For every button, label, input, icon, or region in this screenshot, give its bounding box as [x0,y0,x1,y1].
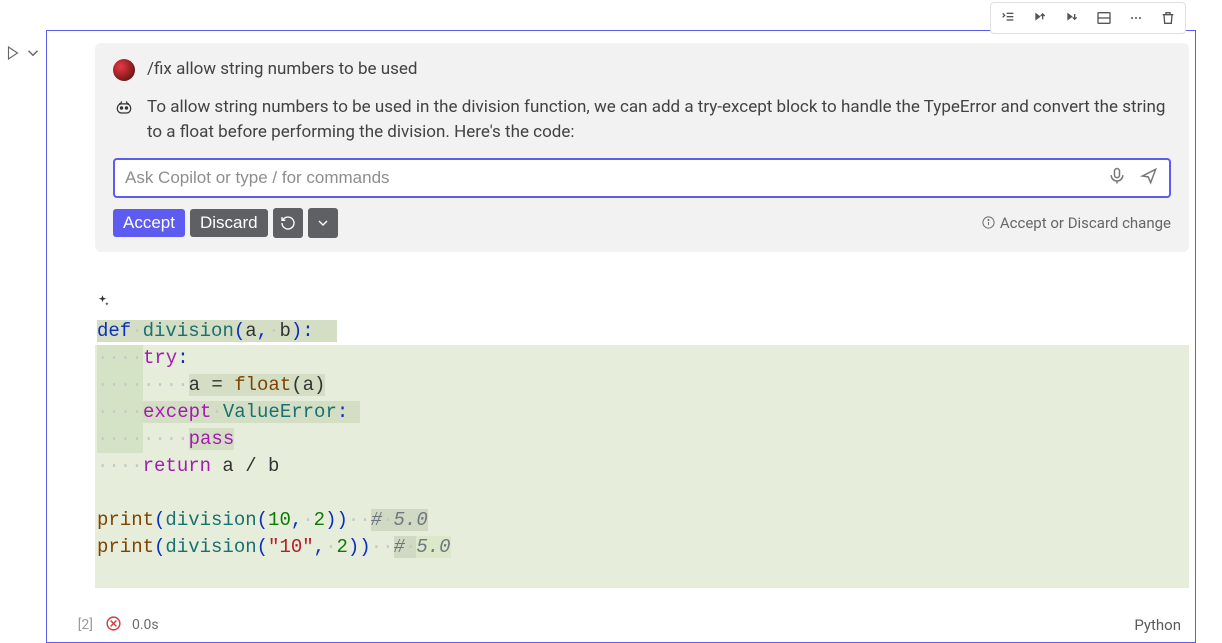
copilot-input[interactable] [113,158,1171,198]
sparkle-icon [95,291,110,318]
cell-status-bar: [2] 0.0s Python [47,615,1189,636]
chevron-down-icon [24,44,42,62]
assistant-reply: To allow string numbers to be used in th… [147,95,1171,146]
cell-toolbar [990,2,1186,34]
code-line: print(division("10",·2))··#·5.0 [95,534,1189,561]
error-status-icon [105,615,122,636]
copilot-avatar-icon [113,97,135,119]
run-cell-gutter[interactable] [0,44,44,62]
run-by-line-icon[interactable] [994,6,1022,30]
code-line: ········pass [95,426,1189,453]
notebook-cell: /fix allow string numbers to be used To … [0,30,1196,594]
code-line [95,480,1189,507]
discard-button[interactable]: Discard [190,209,268,237]
user-avatar [113,59,135,81]
code-line [95,561,1189,588]
copilot-input-field[interactable] [125,168,1107,188]
regenerate-button[interactable] [273,208,303,238]
actions-row: Accept Discard Accept or Discard change [113,208,1171,238]
code-line: ····try: [95,345,1189,372]
info-icon [981,215,996,230]
copilot-chat-panel: /fix allow string numbers to be used To … [95,43,1189,252]
code-line: ········a = float(a) [95,372,1189,399]
collapse-button[interactable] [308,208,338,238]
code-line: print(division(10,·2))··#·5.0 [95,507,1189,534]
code-line: def·division(a,·b): [95,318,1189,345]
user-prompt: /fix allow string numbers to be used [147,57,417,83]
code-line: ····return a / b [95,453,1189,480]
delete-cell-icon[interactable] [1154,6,1182,30]
hint-text: Accept or Discard change [981,214,1171,232]
execution-count: [2] [55,617,93,633]
accept-button[interactable]: Accept [113,209,185,237]
execute-above-icon[interactable] [1026,6,1054,30]
split-cell-icon[interactable] [1090,6,1118,30]
more-actions-icon[interactable] [1122,6,1150,30]
code-line: ····except·ValueError: [95,399,1189,426]
play-icon [4,44,22,62]
refresh-icon [280,215,296,231]
execute-below-icon[interactable] [1058,6,1086,30]
execution-time: 0.0s [132,617,159,633]
chevron-down-icon [315,215,331,231]
code-editor[interactable]: def·division(a,·b): ····try:········a = … [95,264,1189,642]
send-icon[interactable] [1139,166,1159,190]
mic-icon[interactable] [1107,166,1127,190]
language-label[interactable]: Python [1134,616,1181,634]
